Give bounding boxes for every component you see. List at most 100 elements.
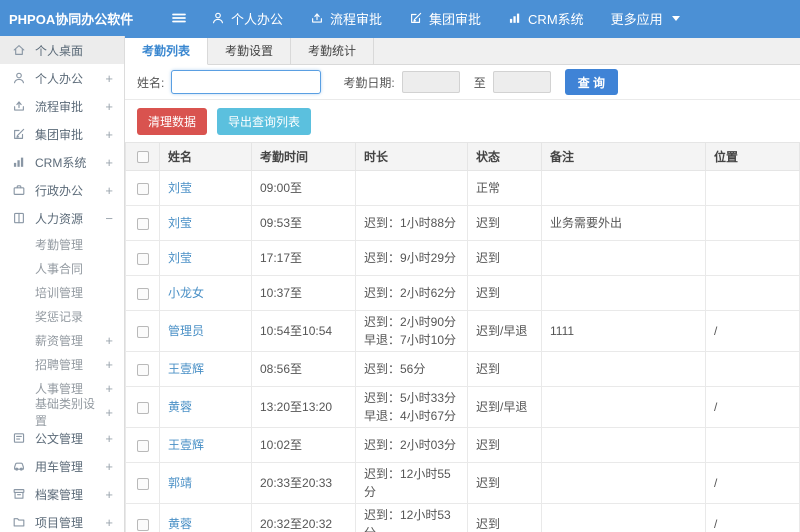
export-list-button[interactable]: 导出查询列表 (217, 108, 312, 135)
sidebar-subitem[interactable]: 招聘管理 + (0, 352, 124, 376)
duration-line: 迟到：2小时62分 (364, 286, 457, 300)
doc-icon (12, 431, 27, 445)
sidebar-item[interactable]: CRM系统 + (0, 148, 124, 176)
row-select-cell (125, 240, 160, 276)
sidebar-subitem[interactable]: 人事合同 (0, 256, 124, 280)
row-checkbox[interactable] (136, 401, 149, 414)
column-header: 考勤时间 (251, 142, 356, 171)
name-link[interactable]: 管理员 (168, 324, 204, 338)
row-checkbox[interactable] (136, 182, 149, 195)
sidebar-subitem[interactable]: 薪资管理 + (0, 328, 124, 352)
sidebar-item-label: 档案管理 (35, 487, 84, 502)
column-header: 位置 (705, 142, 800, 171)
date-from-input[interactable] (401, 71, 460, 93)
name-cell: 黄蓉 (159, 503, 252, 532)
duration-cell (355, 170, 468, 206)
name-link[interactable]: 刘莹 (168, 181, 192, 195)
row-checkbox[interactable] (136, 518, 149, 531)
row-checkbox[interactable] (136, 252, 149, 265)
clean-data-button[interactable]: 清理数据 (137, 108, 208, 135)
sidebar-item[interactable]: 人力资源 − (0, 204, 124, 232)
top-nav-item[interactable]: 更多应用 (611, 9, 680, 28)
search-button[interactable]: 查 询 (564, 69, 619, 95)
sidebar-subitem[interactable]: 考勤管理 (0, 232, 124, 256)
sidebar-subitem[interactable]: 培训管理 (0, 280, 124, 304)
table-row: 刘莹 09:53至 迟到：1小时88分 迟到 业务需要外出 (125, 205, 800, 241)
name-link[interactable]: 黄蓉 (168, 517, 192, 531)
home-icon (12, 43, 27, 57)
top-nav-item[interactable]: 流程审批 (310, 9, 382, 28)
expand-icon: − (105, 210, 113, 226)
row-checkbox[interactable] (136, 477, 149, 490)
name-link[interactable]: 刘莹 (168, 251, 192, 265)
time-cell: 08:56至 (251, 351, 356, 387)
top-nav-item[interactable]: 集团审批 (409, 9, 481, 28)
duration-line: 迟到：1小时88分 (364, 216, 457, 230)
tab-item[interactable]: 考勤统计 (291, 38, 375, 64)
sidebar-item[interactable]: 项目管理 + (0, 508, 124, 532)
date-to-input[interactable] (492, 71, 551, 93)
remark-cell (541, 462, 706, 504)
status-cell: 迟到 (467, 427, 542, 463)
location-cell: / (705, 386, 800, 428)
sidebar-item[interactable]: 个人桌面 (0, 36, 124, 64)
top-nav-item[interactable]: CRM系统 (508, 9, 584, 28)
sidebar-item[interactable]: 行政办公 + (0, 176, 124, 204)
tab-item[interactable]: 考勤设置 (208, 38, 292, 64)
name-link[interactable]: 郭靖 (168, 476, 192, 490)
duration-cell: 迟到：5小时33分 早退：4小时67分 (355, 386, 468, 428)
sidebar-subitem[interactable]: 基础类别设置 + (0, 397, 124, 428)
name-link[interactable]: 刘莹 (168, 216, 192, 230)
time-cell: 20:32至20:32 (251, 503, 356, 532)
name-link[interactable]: 黄蓉 (168, 400, 192, 414)
expand-icon: + (105, 486, 113, 502)
table-row: 王壹辉 10:02至 迟到：2小时03分 迟到 (125, 427, 800, 463)
sidebar-item-label: 公文管理 (35, 431, 84, 446)
row-select-cell (125, 503, 160, 532)
row-checkbox[interactable] (136, 217, 149, 230)
sidebar-item[interactable]: 用车管理 + (0, 452, 124, 480)
name-link[interactable]: 王壹辉 (168, 362, 204, 376)
name-link[interactable]: 王壹辉 (168, 438, 204, 452)
status-cell: 迟到 (467, 503, 542, 532)
name-link[interactable]: 小龙女 (168, 286, 204, 300)
name-input[interactable] (171, 70, 322, 94)
duration-cell: 迟到：12小时55分 (355, 462, 468, 504)
sidebar-subitem-label: 考勤管理 (35, 237, 84, 252)
column-header: 姓名 (159, 142, 252, 171)
status-cell: 迟到/早退 (467, 310, 542, 352)
name-label: 姓名: (137, 75, 165, 90)
name-cell: 郭靖 (159, 462, 252, 504)
duration-line: 迟到：9小时29分 (364, 251, 457, 265)
duration-cell: 迟到：9小时29分 (355, 240, 468, 276)
row-select-cell (125, 310, 160, 352)
row-checkbox[interactable] (136, 287, 149, 300)
menu-toggle-icon[interactable] (171, 10, 187, 26)
sidebar-subitem-label: 人事管理 (35, 381, 84, 396)
sidebar-item[interactable]: 流程审批 + (0, 92, 124, 120)
sidebar-item[interactable]: 个人办公 + (0, 64, 124, 92)
time-cell: 09:53至 (251, 205, 356, 241)
sidebar-subitem[interactable]: 奖惩记录 (0, 304, 124, 328)
top-nav-label: 流程审批 (330, 11, 383, 27)
top-nav-item[interactable]: 个人办公 (211, 9, 283, 28)
actions-bar: 清理数据 导出查询列表 (125, 100, 800, 142)
name-cell: 王壹辉 (159, 351, 252, 387)
row-checkbox[interactable] (136, 363, 149, 376)
remark-cell: 1111 (541, 310, 706, 352)
sidebar-item[interactable]: 集团审批 + (0, 120, 124, 148)
select-all-checkbox[interactable] (136, 151, 149, 164)
expand-icon: + (105, 126, 113, 142)
expand-icon: + (105, 70, 113, 86)
sidebar-item[interactable]: 档案管理 + (0, 480, 124, 508)
tab-active[interactable]: 考勤列表 (125, 38, 209, 65)
remark-cell (541, 503, 706, 532)
row-checkbox[interactable] (136, 325, 149, 338)
duration-line: 迟到：2小时03分 (364, 438, 457, 452)
car-icon (12, 459, 27, 473)
location-cell (705, 427, 800, 463)
archive-icon (12, 487, 27, 501)
time-cell: 17:17至 (251, 240, 356, 276)
row-checkbox[interactable] (136, 439, 149, 452)
chart-icon (12, 155, 27, 169)
